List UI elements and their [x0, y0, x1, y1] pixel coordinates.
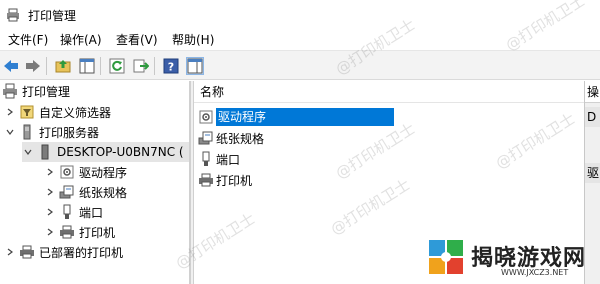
tree-item-printers[interactable]: 打印机	[44, 222, 115, 242]
port-icon	[59, 204, 75, 220]
chevron-right-icon[interactable]	[44, 186, 56, 198]
actions-pane-item[interactable]: 驱	[585, 163, 600, 183]
list-item-label: 端口	[216, 152, 241, 167]
filter-folder-icon	[19, 104, 35, 120]
brand-url: WWW.JXCZ3.NET	[501, 268, 569, 277]
computer-icon	[37, 144, 53, 160]
chevron-down-icon[interactable]	[4, 126, 16, 138]
tree-item-label: 打印机	[79, 225, 116, 240]
tree-item-drivers[interactable]: 驱动程序	[44, 162, 127, 182]
printer-icon	[19, 244, 35, 260]
menu-action[interactable]: 操作(A)	[60, 32, 102, 48]
brand-logo-icon	[429, 240, 463, 274]
column-header-name[interactable]: 名称	[194, 81, 584, 103]
toolbar-separator	[46, 57, 47, 75]
list-item[interactable]: 打印机	[198, 170, 252, 190]
driver-icon	[198, 109, 214, 125]
print-management-icon	[7, 8, 19, 22]
list-item[interactable]: 端口	[198, 149, 240, 169]
site-logo: 揭晓游戏网 WWW.JXCZ3.NET	[427, 234, 597, 280]
printer-icon	[59, 224, 75, 240]
tree-item-print-management[interactable]: 打印管理	[2, 81, 70, 101]
menu-file[interactable]: 文件(F)	[8, 32, 48, 48]
list-item[interactable]: 纸张规格	[198, 128, 264, 148]
menu-help[interactable]: 帮助(H)	[172, 32, 214, 48]
chevron-right-icon[interactable]	[44, 226, 56, 238]
list-item-label: 纸张规格	[216, 131, 265, 146]
forward-icon[interactable]	[24, 57, 42, 75]
tree-item-server[interactable]: DESKTOP-U0BN7NC (	[22, 142, 189, 162]
refresh-icon[interactable]	[108, 57, 126, 75]
tree-item-label: 已部署的打印机	[39, 245, 124, 260]
chevron-right-icon[interactable]	[4, 106, 16, 118]
server-icon	[19, 124, 35, 140]
driver-icon	[59, 164, 75, 180]
tree-item-label: 驱动程序	[79, 165, 128, 180]
title-bar: 打印管理	[0, 0, 600, 30]
tree-item-print-servers[interactable]: 打印服务器	[4, 122, 99, 142]
tree-item-label: DESKTOP-U0BN7NC (	[57, 145, 184, 159]
chevron-right-icon[interactable]	[44, 206, 56, 218]
svg-text:?: ?	[168, 61, 174, 74]
toolbar-separator	[100, 57, 101, 75]
export-icon[interactable]	[132, 57, 150, 75]
tree-item-ports[interactable]: 端口	[44, 202, 103, 222]
chevron-right-icon[interactable]	[4, 246, 16, 258]
forms-icon	[198, 130, 214, 146]
menu-bar: 文件(F) 操作(A) 查看(V) 帮助(H)	[0, 30, 600, 50]
view-icon[interactable]	[186, 57, 204, 75]
help-icon[interactable]: ?	[162, 57, 180, 75]
actions-pane-item[interactable]: D	[585, 107, 600, 127]
menu-view[interactable]: 查看(V)	[116, 32, 158, 48]
tree-item-label: 纸张规格	[79, 185, 128, 200]
tree-item-custom-filters[interactable]: 自定义筛选器	[4, 102, 111, 122]
window-title: 打印管理	[28, 9, 77, 23]
print-management-icon	[2, 83, 18, 99]
tree-item-label: 端口	[79, 205, 104, 220]
forms-icon	[59, 184, 75, 200]
tree-item-deployed-printers[interactable]: 已部署的打印机	[4, 242, 123, 262]
show-tree-icon[interactable]	[78, 57, 96, 75]
up-folder-icon[interactable]	[54, 57, 72, 75]
back-icon[interactable]	[2, 57, 20, 75]
tree-item-paper-forms[interactable]: 纸张规格	[44, 182, 127, 202]
tree-item-label: 打印管理	[22, 84, 71, 99]
tree-item-label: 打印服务器	[39, 125, 100, 140]
list-item-label: 驱动程序	[216, 108, 394, 126]
list-item[interactable]: 驱动程序	[198, 107, 394, 127]
tree-item-label: 自定义筛选器	[39, 105, 112, 120]
printer-icon	[198, 172, 214, 188]
port-icon	[198, 151, 214, 167]
chevron-right-icon[interactable]	[44, 166, 56, 178]
toolbar-separator	[154, 57, 155, 75]
list-item-label: 打印机	[216, 173, 253, 188]
actions-pane-header: 操	[585, 81, 600, 103]
chevron-down-icon[interactable]	[22, 146, 34, 158]
toolbar: ?	[0, 50, 600, 80]
console-tree: 打印管理 自定义筛选器 打印服务器 DESKTOP-U0BN7NC (驱动程序…	[0, 81, 190, 284]
